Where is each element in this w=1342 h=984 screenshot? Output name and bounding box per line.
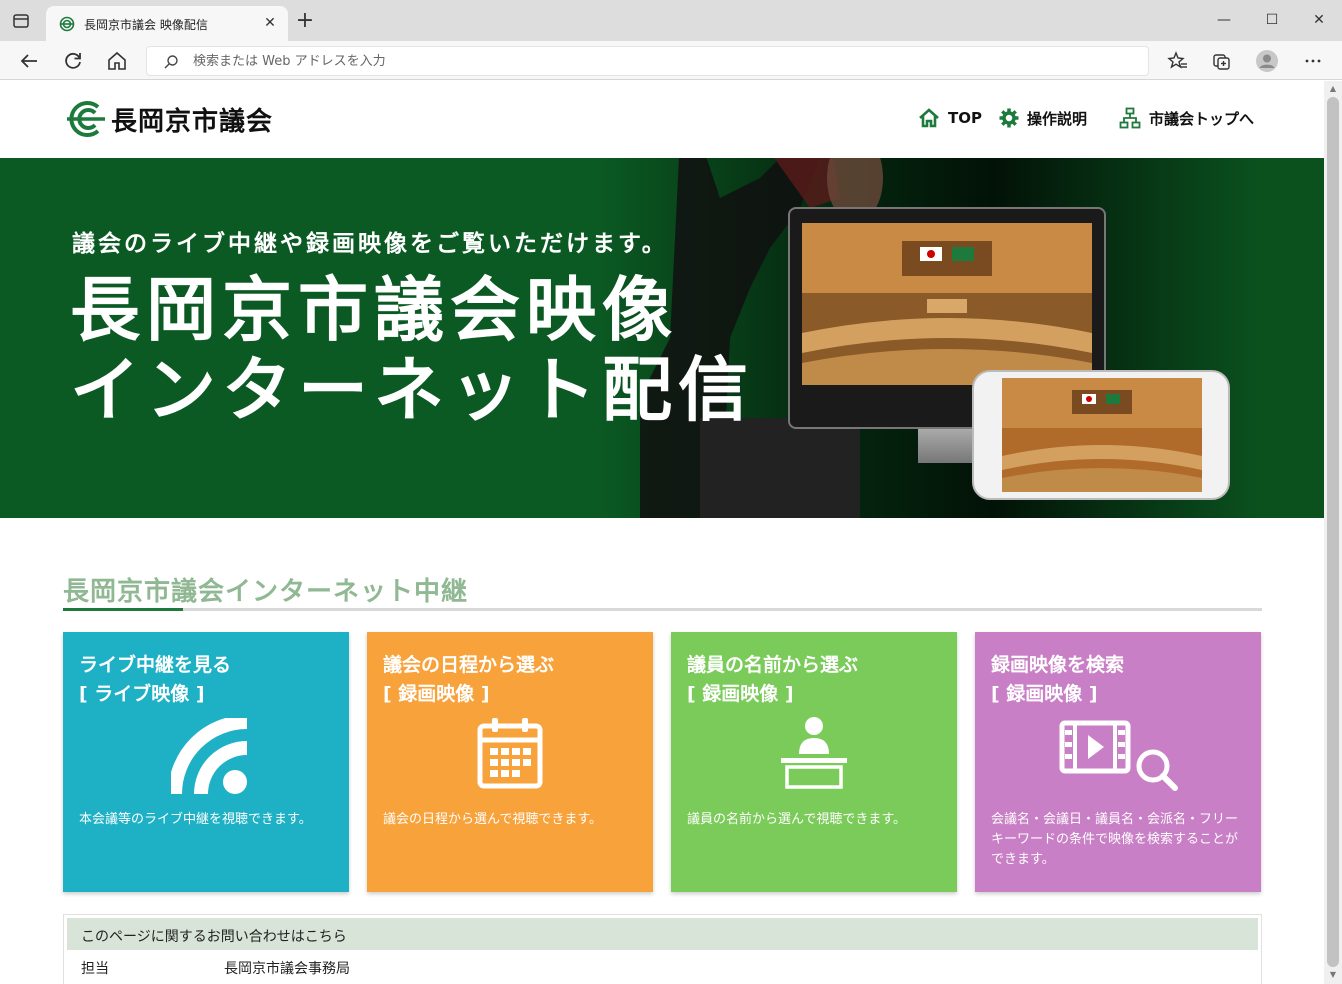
- contact-box: このページに関するお問い合わせはこちら 担当 長岡京市議会事務局: [63, 914, 1262, 984]
- maximize-button[interactable]: ☐: [1260, 8, 1284, 32]
- close-tab-icon[interactable]: ✕: [262, 15, 278, 31]
- back-icon[interactable]: [17, 49, 41, 73]
- page-scrollbar[interactable]: ▲ ▼: [1324, 81, 1342, 984]
- sitemap-icon: [1119, 107, 1141, 129]
- home-icon[interactable]: [105, 49, 129, 73]
- card-search-title: 録画映像を検索: [991, 654, 1125, 676]
- card-live[interactable]: ライブ中継を見る [ ライブ映像 ] 本会議等のライブ中継を視聴できます。: [63, 632, 349, 892]
- card-live-title: ライブ中継を見る: [79, 654, 232, 676]
- section-title: 長岡京市議会インターネット中継: [63, 577, 469, 607]
- video-search-icon: [1059, 720, 1178, 791]
- more-menu-icon[interactable]: [1301, 49, 1325, 73]
- site-favicon-icon: [59, 16, 75, 32]
- phone-council-chamber-image: [1002, 378, 1202, 492]
- home-icon: [919, 108, 939, 128]
- scroll-down-arrow-icon[interactable]: ▼: [1328, 970, 1338, 980]
- contact-header: このページに関するお問い合わせはこちら: [67, 918, 1258, 950]
- browser-toolbar: [0, 41, 1342, 80]
- hero-subtitle: 議会のライブ中継や録画映像をご覧いただけます。: [72, 231, 668, 257]
- scroll-thumb[interactable]: [1327, 97, 1339, 967]
- favorites-icon[interactable]: [1166, 49, 1190, 73]
- card-schedule-desc: 議会の日程から選んで視聴できます。: [383, 812, 603, 827]
- nav-instructions-label: 操作説明: [1027, 109, 1088, 128]
- new-tab-button[interactable]: +: [293, 10, 317, 34]
- section-divider-accent: [63, 608, 183, 611]
- card-member-title: 議員の名前から選ぶ: [687, 654, 859, 676]
- card-search-desc: 会議名・会議日・議員名・会派名・フリーキーワードの条件で映像を検索することができ…: [991, 812, 1239, 867]
- card-schedule-sub: [ 録画映像 ]: [383, 683, 490, 705]
- browser-tab[interactable]: 長岡京市議会 映像配信 ✕: [46, 6, 288, 41]
- scroll-up-arrow-icon[interactable]: ▲: [1328, 84, 1338, 94]
- card-search[interactable]: 録画映像を検索 [ 録画映像 ] 会議名・会議日・議員名・会派名・フリーキーワー…: [975, 632, 1261, 892]
- contact-heading: このページに関するお問い合わせはこちら: [81, 929, 347, 945]
- nav-council-top[interactable]: 市議会トップへ: [1119, 105, 1254, 131]
- search-icon: [164, 55, 178, 69]
- address-input[interactable]: [193, 47, 1093, 75]
- refresh-icon[interactable]: [61, 49, 85, 73]
- tab-actions-icon[interactable]: [12, 12, 30, 30]
- card-member-desc: 議員の名前から選んで視聴できます。: [687, 812, 907, 827]
- section-divider: [63, 608, 1262, 611]
- council-logo-icon: [67, 101, 105, 137]
- card-member-sub: [ 録画映像 ]: [687, 683, 794, 705]
- minimize-button[interactable]: —: [1212, 8, 1236, 32]
- hero-title-line1: 長岡京市議会映像: [70, 269, 678, 351]
- council-chamber-image: [802, 223, 1092, 385]
- collections-icon[interactable]: [1210, 49, 1234, 73]
- nav-council-top-label: 市議会トップへ: [1149, 109, 1255, 128]
- card-live-desc: 本会議等のライブ中継を視聴できます。: [79, 812, 312, 827]
- page-viewport: 長岡京市議会 TOP 操作説明 市議会トップへ 議会のライブ中継や録画映像をご覧…: [0, 81, 1324, 984]
- monitor-stand: [918, 429, 976, 463]
- gear-icon: [999, 108, 1019, 128]
- tab-title: 長岡京市議会 映像配信: [84, 18, 208, 32]
- site-logo-text: 長岡京市議会: [111, 106, 274, 137]
- profile-avatar-icon[interactable]: [1255, 49, 1279, 73]
- card-member[interactable]: 議員の名前から選ぶ [ 録画映像 ] 議員の名前から選んで視聴できます。: [671, 632, 957, 892]
- hero-banner: 議会のライブ中継や録画映像をご覧いただけます。 長岡京市議会映像 インターネット…: [0, 158, 1324, 518]
- card-schedule[interactable]: 議会の日程から選ぶ [ 録画映像 ] 議会の日程から選んで視聴できます。: [367, 632, 653, 892]
- nav-top-label: TOP: [948, 109, 982, 127]
- smartphone-image: [972, 370, 1230, 500]
- contact-value: 長岡京市議会事務局: [224, 961, 350, 977]
- nav-top[interactable]: TOP: [918, 105, 982, 131]
- close-window-button[interactable]: ✕: [1307, 8, 1331, 32]
- card-schedule-title: 議会の日程から選ぶ: [383, 654, 555, 676]
- hero-title-line2: インターネット配信: [70, 349, 754, 431]
- card-search-sub: [ 録画映像 ]: [991, 683, 1098, 705]
- calendar-icon: [477, 718, 543, 789]
- contact-label: 担当: [81, 961, 109, 977]
- broadcast-icon: [171, 718, 247, 794]
- speaker-podium-icon: [781, 717, 847, 789]
- address-bar[interactable]: [146, 46, 1149, 76]
- site-logo[interactable]: 長岡京市議会: [65, 99, 273, 139]
- card-live-sub: [ ライブ映像 ]: [79, 683, 205, 705]
- browser-tab-bar: 長岡京市議会 映像配信 ✕ + — ☐ ✕: [0, 0, 1342, 41]
- nav-instructions[interactable]: 操作説明: [999, 105, 1087, 131]
